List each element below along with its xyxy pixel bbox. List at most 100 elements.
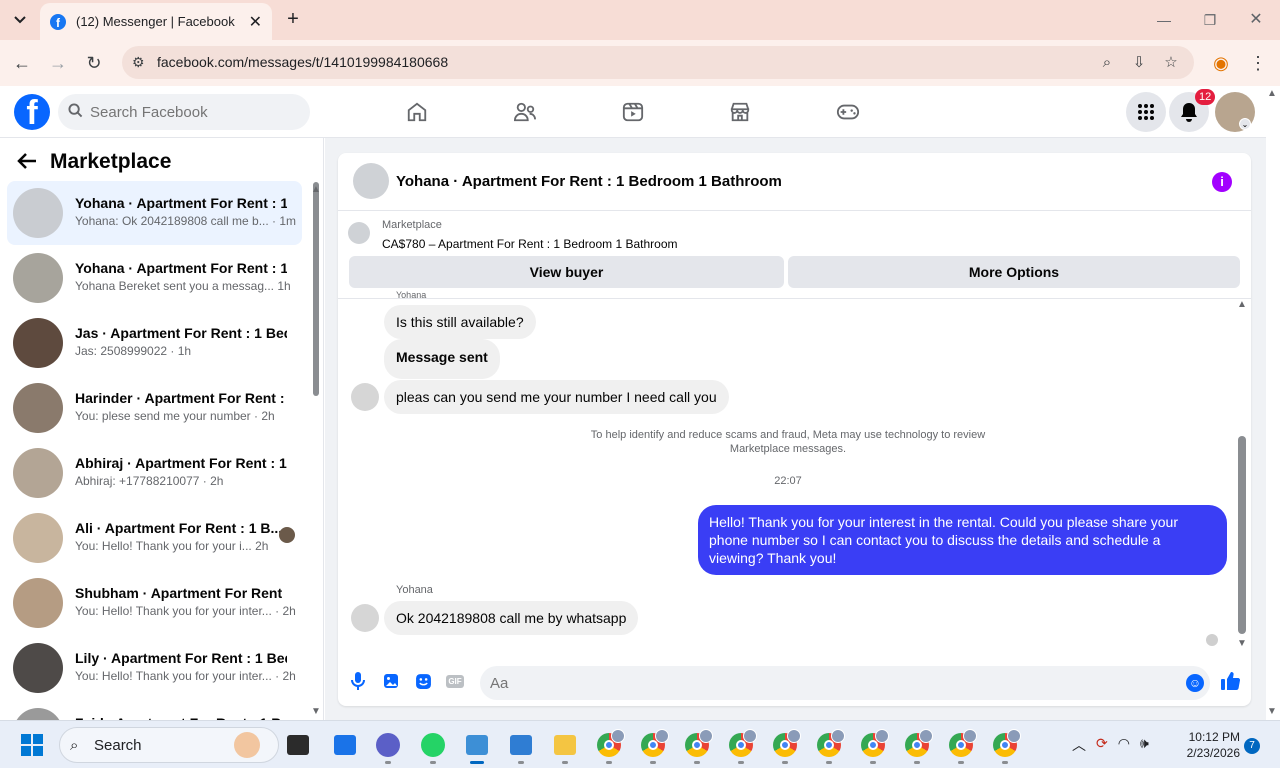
window-close-icon[interactable]: ✕: [1244, 8, 1268, 32]
new-tab-button[interactable]: +: [282, 8, 304, 30]
back-arrow-icon[interactable]: [17, 152, 37, 176]
snipping-tool-icon[interactable]: [462, 730, 492, 760]
chat-title[interactable]: Yohana · Apartment For Rent : 1 Bedroom …: [396, 173, 782, 190]
sticker-icon[interactable]: [412, 670, 434, 692]
message-bubble-outgoing: Hello! Thank you for your interest in th…: [698, 505, 1227, 575]
facebook-logo-icon[interactable]: f: [14, 94, 50, 130]
chat-scroll-down-icon[interactable]: ▼: [1237, 638, 1247, 649]
system-tray: ︿ ⟳ ◠ 🕪: [1072, 735, 1149, 755]
menu-grid-icon[interactable]: [1126, 92, 1166, 132]
conversation-name: Yohana · Apartment For Rent : 1 ...: [75, 195, 287, 211]
emoji-icon[interactable]: ☺: [1186, 674, 1204, 692]
minimize-icon[interactable]: —: [1152, 8, 1176, 32]
conversation-item[interactable]: Jas · Apartment For Rent : 1 Bed... Jas: …: [7, 311, 302, 375]
friends-icon[interactable]: [503, 90, 547, 134]
home-icon[interactable]: [395, 90, 439, 134]
info-icon[interactable]: i: [1212, 172, 1232, 192]
running-indicator: [738, 761, 744, 764]
bookmark-star-icon[interactable]: ☆: [1161, 53, 1181, 73]
browser-tab[interactable]: f (12) Messenger | Facebook ✕: [40, 3, 272, 40]
sync-icon[interactable]: ⟳: [1096, 735, 1108, 755]
conversation-item[interactable]: Yohana · Apartment For Rent : 1 ... Yohan…: [7, 246, 302, 310]
conversation-item[interactable]: Shubham · Apartment For Rent :... You: He…: [7, 571, 302, 635]
chrome-profile-4-icon[interactable]: [726, 729, 757, 760]
chrome-menu-icon[interactable]: ⋮: [1247, 52, 1269, 74]
listing-title[interactable]: CA$780 – Apartment For Rent : 1 Bedroom …: [382, 237, 678, 251]
message-bubble-incoming: pleas can you send me your number I need…: [384, 380, 729, 414]
chrome-profile-8-icon[interactable]: [902, 729, 933, 760]
widgets-icon[interactable]: [330, 730, 360, 760]
conversation-item[interactable]: Lily · Apartment For Rent : 1 Bed... You:…: [7, 636, 302, 700]
page-scroll-down-icon[interactable]: ▼: [1267, 706, 1277, 717]
chrome-profile-3-icon[interactable]: [682, 729, 713, 760]
clock-date: 2/23/2026: [1186, 746, 1240, 760]
clock[interactable]: 10:12 PM 2/23/2026: [1170, 729, 1240, 761]
tab-search-chevron-icon[interactable]: [8, 8, 32, 32]
listing-thumbnail[interactable]: [348, 222, 370, 244]
taskbar-search-label: Search: [94, 737, 142, 754]
conversation-item[interactable]: Abhiraj · Apartment For Rent : 1 ... Abhi…: [7, 441, 302, 505]
left-scroll-down-icon[interactable]: ▼: [311, 706, 321, 717]
volume-icon[interactable]: 🕪: [1140, 735, 1149, 755]
gif-icon[interactable]: GIF: [444, 670, 466, 692]
like-thumbs-up-icon[interactable]: [1219, 670, 1241, 692]
close-tab-icon[interactable]: ✕: [249, 12, 262, 32]
gaming-icon[interactable]: [826, 90, 870, 134]
site-info-icon[interactable]: ⚙: [132, 54, 145, 71]
chrome-profile-9-icon[interactable]: [946, 729, 977, 760]
message-input[interactable]: [480, 666, 1210, 700]
timestamp: 22:07: [774, 475, 802, 487]
chrome-profile-1-icon[interactable]: [594, 729, 625, 760]
tab-title: (12) Messenger | Facebook: [76, 14, 235, 29]
address-bar[interactable]: ⚙ facebook.com/messages/t/14101999841806…: [122, 46, 1194, 79]
marketplace-icon[interactable]: [718, 90, 762, 134]
whatsapp-icon[interactable]: [418, 730, 448, 760]
running-indicator: [958, 761, 964, 764]
conversation-item[interactable]: Harinder · Apartment For Rent : ... You: …: [7, 376, 302, 440]
chat-avatar[interactable]: [353, 163, 389, 199]
chrome-profile-6-icon[interactable]: [814, 729, 845, 760]
left-scroll-up-icon[interactable]: ▲: [311, 184, 321, 195]
page-scroll-up-icon[interactable]: ▲: [1267, 88, 1277, 99]
photo-icon[interactable]: [380, 670, 402, 692]
task-view-icon[interactable]: [283, 730, 313, 760]
microphone-icon[interactable]: [347, 670, 369, 692]
chrome-profile-5-icon[interactable]: [770, 729, 801, 760]
view-buyer-button[interactable]: View buyer: [349, 256, 784, 288]
notification-count-badge[interactable]: 7: [1244, 738, 1260, 754]
running-indicator: [562, 761, 568, 764]
chrome-profile-10-icon[interactable]: [990, 729, 1021, 760]
restore-icon[interactable]: ❐: [1198, 8, 1222, 32]
facebook-search-input[interactable]: [90, 94, 300, 130]
mascot-app-icon[interactable]: [232, 730, 262, 760]
facebook-search[interactable]: [58, 94, 310, 130]
file-explorer-icon[interactable]: [550, 730, 580, 760]
chrome-profile-7-icon[interactable]: [858, 729, 889, 760]
conversation-preview: You: Hello! Thank you for your inter... …: [75, 604, 296, 618]
install-app-icon[interactable]: ⇩: [1129, 53, 1149, 73]
profile-icon[interactable]: ◉: [1210, 52, 1232, 74]
more-options-button[interactable]: More Options: [788, 256, 1240, 288]
left-scrollbar[interactable]: [313, 182, 319, 396]
windows-start-icon[interactable]: [21, 734, 43, 756]
conversation-item[interactable]: Ali · Apartment For Rent : 1 B... You: He…: [7, 506, 302, 570]
back-arrow-icon[interactable]: ←: [11, 52, 33, 74]
notepad-icon[interactable]: [506, 730, 536, 760]
windows-taskbar: ⌕ Search ︿ ⟳ ◠ 🕪 10:12 PM 2/23/2026 7: [0, 720, 1280, 768]
conversation-preview: Yohana Bereket sent you a messag... 1h: [75, 279, 291, 293]
forward-arrow-icon[interactable]: →: [47, 52, 69, 74]
chat-scroll-up-icon[interactable]: ▲: [1237, 299, 1247, 310]
conversation-item[interactable]: Yohana · Apartment For Rent : 1 ... Yohan…: [7, 181, 302, 245]
teams-chat-icon[interactable]: [373, 730, 403, 760]
marketplace-conversations-pane: Marketplace Yohana · Apartment For Rent …: [0, 138, 324, 720]
zoom-icon[interactable]: ⌕: [1097, 53, 1117, 73]
clock-time: 10:12 PM: [1188, 730, 1240, 744]
reload-icon[interactable]: ↻: [83, 52, 105, 74]
account-chevron-icon[interactable]: ⌄: [1239, 118, 1251, 130]
chrome-profile-2-icon[interactable]: [638, 729, 669, 760]
wifi-icon[interactable]: ◠: [1118, 735, 1130, 755]
conversation-item[interactable]: Zaid · Apartment For Rent : 1 B...: [7, 701, 302, 720]
video-icon[interactable]: [611, 90, 655, 134]
chat-scrollbar[interactable]: [1238, 436, 1246, 634]
show-hidden-icons-chevron-icon[interactable]: ︿: [1072, 735, 1086, 755]
